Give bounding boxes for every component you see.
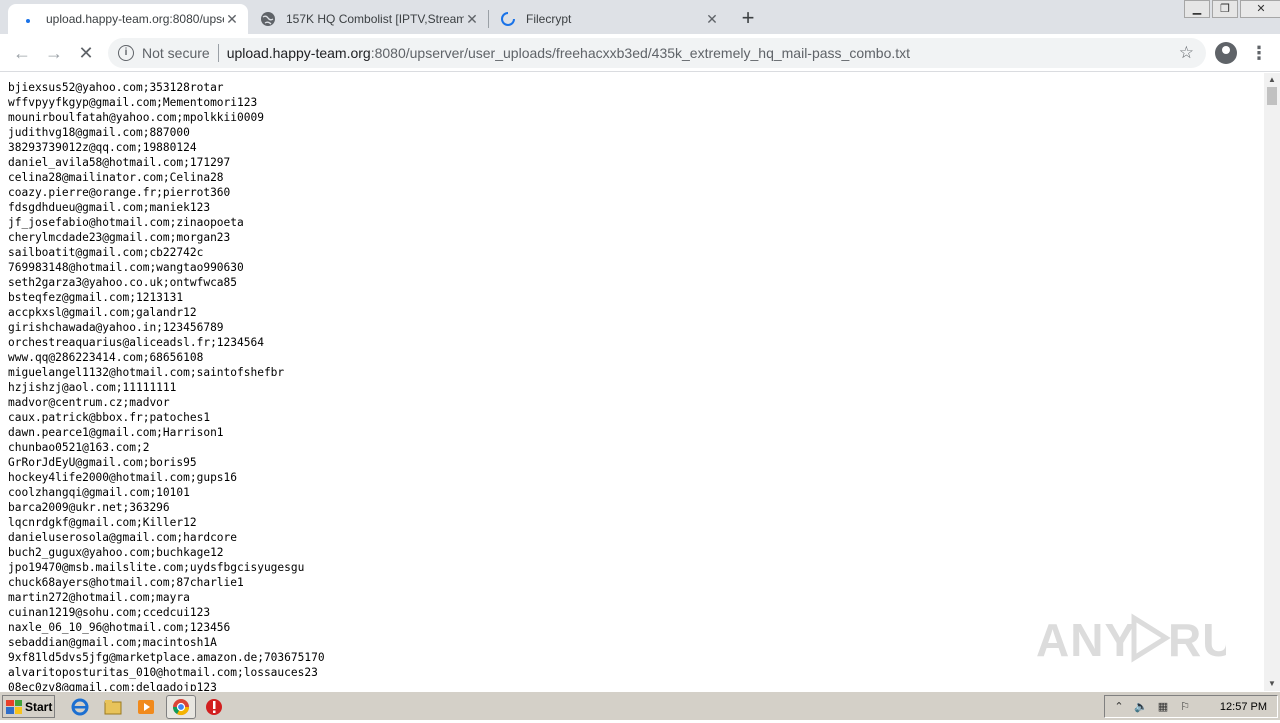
close-tab-icon[interactable]: ✕ <box>464 11 480 27</box>
browser-toolbar: ← → ✕ i Not secure upload.happy-team.org… <box>0 34 1280 72</box>
stop-sign-icon[interactable] <box>204 697 224 717</box>
account-avatar-icon[interactable] <box>1215 42 1237 64</box>
stop-icon[interactable]: ✕ <box>74 41 98 65</box>
text-file-content: bjiexsus52@yahoo.com;353128rotar wffvpyy… <box>8 81 325 691</box>
back-arrow-icon[interactable]: ← <box>10 41 34 65</box>
loading-spinner-icon <box>500 11 516 27</box>
start-button[interactable]: Start <box>2 695 55 718</box>
close-tab-icon[interactable]: ✕ <box>224 11 240 27</box>
explorer-icon[interactable] <box>103 697 123 717</box>
svg-text:ANY: ANY <box>1036 614 1136 666</box>
anyrun-watermark: ANY RUN <box>1036 608 1226 668</box>
clock: 12:57 PM <box>1219 700 1267 713</box>
chrome-taskbar-button[interactable] <box>166 695 196 719</box>
tab-title: 157K HQ Combolist [IPTV,Stream,Ga <box>286 12 464 26</box>
scroll-thumb[interactable] <box>1267 87 1277 105</box>
loading-dot-icon <box>20 11 36 27</box>
network-icon[interactable]: ▦ <box>1155 700 1171 714</box>
info-icon[interactable]: i <box>118 45 134 61</box>
tab-upload[interactable]: upload.happy-team.org:8080/upser ✕ <box>8 4 248 34</box>
restore-button[interactable]: ❐ <box>1212 0 1238 18</box>
globe-icon <box>260 11 276 27</box>
scroll-up-icon[interactable]: ▲ <box>1264 73 1280 87</box>
tab-combolist[interactable]: 157K HQ Combolist [IPTV,Stream,Ga ✕ <box>248 4 488 34</box>
vertical-scrollbar[interactable]: ▲ ▼ <box>1264 73 1280 691</box>
minimize-button[interactable]: ▁ <box>1184 0 1210 18</box>
security-label: Not secure <box>142 45 210 61</box>
url-path: :8080/upserver/user_uploads/freehacxxb3e… <box>370 45 911 61</box>
forward-arrow-icon[interactable]: → <box>42 41 66 65</box>
flag-icon[interactable]: ⚐ <box>1177 700 1193 714</box>
tab-title: Filecrypt <box>526 12 572 26</box>
menu-dots-icon[interactable]: ⋮ <box>1250 42 1268 64</box>
chrome-icon <box>172 699 190 716</box>
taskbar: Start ⌃ 🔈 ▦ ⚐ 12:57 PM <box>0 691 1280 720</box>
window-close-button[interactable]: ✕ <box>1240 0 1280 18</box>
anyrun-logo: ANY RUN <box>1036 613 1226 666</box>
tab-title: upload.happy-team.org:8080/upser <box>46 12 224 26</box>
system-tray: ⌃ 🔈 ▦ ⚐ 12:57 PM <box>1104 695 1278 718</box>
scroll-down-icon[interactable]: ▼ <box>1264 677 1280 691</box>
windows-logo-icon <box>6 699 22 714</box>
media-player-icon[interactable] <box>136 697 156 717</box>
bookmark-star-icon[interactable]: ☆ <box>1179 43 1194 63</box>
tray-expand-icon[interactable]: ⌃ <box>1111 700 1127 714</box>
address-bar[interactable]: i Not secure upload.happy-team.org :8080… <box>108 38 1206 68</box>
start-label: Start <box>25 699 53 714</box>
tab-strip: upload.happy-team.org:8080/upser ✕ 157K … <box>0 0 1280 34</box>
window-controls: ▁ ❐ ✕ <box>1182 0 1280 18</box>
volume-icon[interactable]: 🔈 <box>1133 700 1149 714</box>
svg-text:RUN: RUN <box>1168 614 1226 666</box>
new-tab-button[interactable]: + <box>736 7 760 31</box>
page-content: bjiexsus52@yahoo.com;353128rotar wffvpyy… <box>0 73 1264 691</box>
close-tab-icon[interactable]: ✕ <box>704 11 720 27</box>
tab-filecrypt[interactable]: Filecrypt ✕ <box>488 4 728 34</box>
url-host: upload.happy-team.org <box>226 45 371 61</box>
ie-icon[interactable] <box>70 697 90 717</box>
omnibox-divider <box>217 44 219 62</box>
